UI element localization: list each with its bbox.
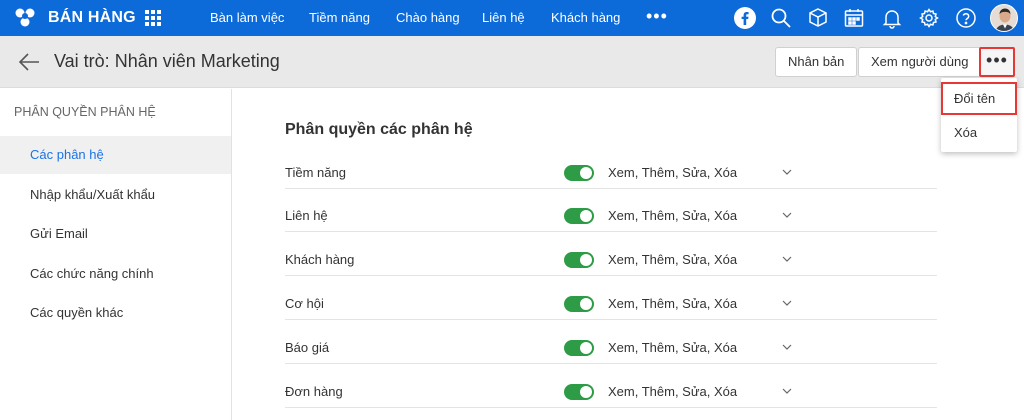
section-title: Phân quyền các phân hệ xyxy=(285,121,473,138)
top-navigation-bar: BÁN HÀNG Bàn làm việc Tiềm năng Chào hàn… xyxy=(0,0,1024,36)
chevron-down-icon[interactable] xyxy=(782,169,792,176)
sidebar-item-send-email[interactable]: Gửi Email xyxy=(0,215,231,253)
duplicate-button[interactable]: Nhân bản xyxy=(775,47,858,77)
sidebar: PHÂN QUYỀN PHÂN HỆ Các phân hệ Nhập khẩu… xyxy=(0,89,232,420)
facebook-icon[interactable] xyxy=(733,6,757,30)
page-title: Vai trò: Nhân viên Marketing xyxy=(54,51,280,71)
nav-more-button[interactable]: ••• xyxy=(646,6,668,27)
back-arrow-icon[interactable] xyxy=(18,52,40,72)
sidebar-item-import-export[interactable]: Nhập khẩu/Xuất khẩu xyxy=(0,176,231,214)
chevron-down-icon[interactable] xyxy=(782,212,792,219)
chevron-down-icon[interactable] xyxy=(782,300,792,307)
gear-icon[interactable] xyxy=(917,6,941,30)
toggle-knob xyxy=(580,254,592,266)
chevron-down-icon[interactable] xyxy=(782,388,792,395)
bell-icon[interactable] xyxy=(880,6,904,30)
permission-toggle[interactable] xyxy=(564,384,594,400)
permission-value[interactable]: Xem, Thêm, Sửa, Xóa xyxy=(608,208,737,223)
permission-toggle[interactable] xyxy=(564,208,594,224)
permission-label: Đơn hàng xyxy=(285,384,343,399)
permission-toggle[interactable] xyxy=(564,296,594,312)
app-brand[interactable]: BÁN HÀNG xyxy=(48,9,136,27)
permission-row: Liên hệ Xem, Thêm, Sửa, Xóa xyxy=(285,202,937,232)
logo-icon[interactable] xyxy=(14,7,36,29)
permission-label: Khách hàng xyxy=(285,252,355,267)
main-content: Phân quyền các phân hệ Tiềm năng Xem, Th… xyxy=(233,89,1024,420)
more-options-button[interactable]: ••• xyxy=(979,47,1015,77)
permission-value[interactable]: Xem, Thêm, Sửa, Xóa xyxy=(608,384,737,399)
permission-value[interactable]: Xem, Thêm, Sửa, Xóa xyxy=(608,165,737,180)
calendar-icon[interactable] xyxy=(842,6,866,30)
toggle-knob xyxy=(580,167,592,179)
nav-item-offers[interactable]: Chào hàng xyxy=(396,10,460,25)
permission-toggle[interactable] xyxy=(564,165,594,181)
chevron-down-icon[interactable] xyxy=(782,256,792,263)
permission-row: Báo giá Xem, Thêm, Sửa, Xóa xyxy=(285,334,937,364)
permission-label: Báo giá xyxy=(285,340,330,355)
toggle-knob xyxy=(580,298,592,310)
toggle-knob xyxy=(580,342,592,354)
permission-label: Tiềm năng xyxy=(285,165,346,180)
permission-row: Tiềm năng Xem, Thêm, Sửa, Xóa xyxy=(285,159,937,189)
sidebar-item-main-functions[interactable]: Các chức năng chính xyxy=(0,255,231,293)
user-avatar-icon xyxy=(991,5,1017,31)
permission-row: Đơn hàng Xem, Thêm, Sửa, Xóa xyxy=(285,378,937,408)
toggle-knob xyxy=(580,386,592,398)
user-avatar[interactable] xyxy=(990,4,1018,32)
toggle-knob xyxy=(580,210,592,222)
delete-menu-item[interactable]: Xóa xyxy=(941,116,1017,149)
sidebar-item-other-permissions[interactable]: Các quyền khác xyxy=(0,294,231,332)
search-icon[interactable] xyxy=(769,6,793,30)
permission-toggle[interactable] xyxy=(564,340,594,356)
page-header: Vai trò: Nhân viên Marketing Nhân bản Xe… xyxy=(0,36,1024,88)
rename-menu-item[interactable]: Đổi tên xyxy=(941,82,1017,115)
app-grid-icon[interactable] xyxy=(145,10,161,26)
permission-label: Liên hệ xyxy=(285,208,328,223)
help-icon[interactable] xyxy=(954,6,978,30)
nav-item-contacts[interactable]: Liên hệ xyxy=(482,10,525,25)
permission-value[interactable]: Xem, Thêm, Sửa, Xóa xyxy=(608,340,737,355)
more-options-menu: Đổi tên Xóa xyxy=(941,78,1017,152)
permission-value[interactable]: Xem, Thêm, Sửa, Xóa xyxy=(608,296,737,311)
permission-toggle[interactable] xyxy=(564,252,594,268)
nav-item-leads[interactable]: Tiềm năng xyxy=(309,10,370,25)
permission-row: Cơ hội Xem, Thêm, Sửa, Xóa xyxy=(285,290,937,320)
sidebar-item-modules[interactable]: Các phân hệ xyxy=(0,136,231,174)
package-icon[interactable] xyxy=(806,6,830,30)
permission-label: Cơ hội xyxy=(285,296,324,311)
view-users-button[interactable]: Xem người dùng xyxy=(858,47,982,77)
permission-row: Khách hàng Xem, Thêm, Sửa, Xóa xyxy=(285,246,937,276)
sidebar-title: PHÂN QUYỀN PHÂN HỆ xyxy=(14,105,156,119)
chevron-down-icon[interactable] xyxy=(782,344,792,351)
nav-item-customers[interactable]: Khách hàng xyxy=(551,10,620,25)
permission-value[interactable]: Xem, Thêm, Sửa, Xóa xyxy=(608,252,737,267)
nav-item-dashboard[interactable]: Bàn làm việc xyxy=(210,10,284,25)
